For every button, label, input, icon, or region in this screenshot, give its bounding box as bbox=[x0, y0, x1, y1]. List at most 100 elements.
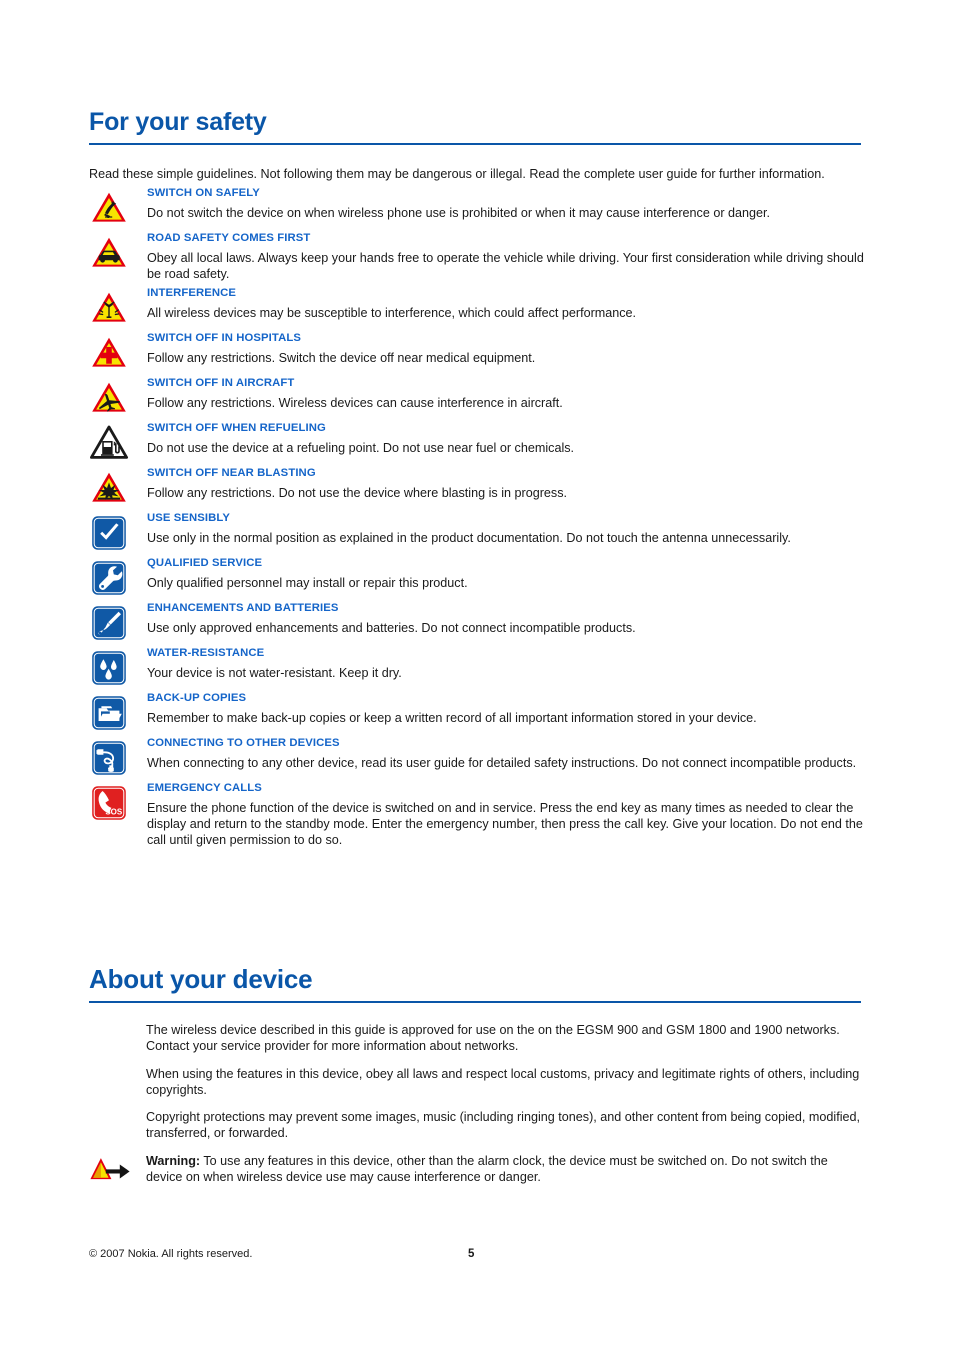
icon-slot bbox=[89, 511, 147, 553]
about-paragraph: Copyright protections may prevent some i… bbox=[146, 1110, 861, 1141]
blue-checkmark-icon bbox=[92, 515, 126, 550]
icon-slot bbox=[89, 286, 147, 328]
list-item-title: SWITCH OFF WHEN REFUELING bbox=[147, 421, 326, 434]
list-item-body: Your device is not water-resistant. Keep… bbox=[147, 665, 402, 680]
list-item-body: When connecting to any other device, rea… bbox=[147, 755, 857, 770]
list-item-body: Follow any restrictions. Switch the devi… bbox=[147, 350, 536, 365]
list-item-text: SWITCH OFF IN AIRCRAFT Follow any restri… bbox=[147, 376, 864, 411]
list-item: SWITCH OFF NEAR BLASTING Follow any rest… bbox=[89, 466, 864, 508]
list-item-text: SWITCH OFF IN HOSPITALS Follow any restr… bbox=[147, 331, 864, 366]
list-item-text: USE SENSIBLY Use only in the normal posi… bbox=[147, 511, 864, 546]
blue-water-drops-icon bbox=[92, 650, 126, 685]
safety-guidelines-list: SWITCH ON SAFELY Do not switch the devic… bbox=[89, 186, 864, 851]
warning-triangle-fuel-pump-icon bbox=[90, 425, 128, 459]
blue-folder-backup-icon bbox=[92, 695, 126, 730]
warning-arrow-icon bbox=[90, 1157, 130, 1179]
list-item: ENHANCEMENTS AND BATTERIES Use only appr… bbox=[89, 601, 864, 643]
list-item: SWITCH OFF IN AIRCRAFT Follow any restri… bbox=[89, 376, 864, 418]
list-item-text: ROAD SAFETY COMES FIRST Obey all local l… bbox=[147, 231, 864, 283]
document-page: For your safety Read these simple guidel… bbox=[0, 0, 954, 1350]
red-sos-phone-icon: SOS bbox=[92, 785, 126, 820]
heading-divider bbox=[89, 1001, 861, 1004]
page-title-about-your-device: About your device bbox=[89, 964, 313, 994]
list-item-title: EMERGENCY CALLS bbox=[147, 781, 262, 794]
list-item: SWITCH OFF WHEN REFUELING Do not use the… bbox=[89, 421, 864, 463]
list-item-body: Remember to make back-up copies or keep … bbox=[147, 710, 757, 725]
list-item-body: All wireless devices may be susceptible … bbox=[147, 305, 637, 320]
list-item-text: CONNECTING TO OTHER DEVICES When connect… bbox=[147, 736, 864, 771]
list-item-text: ENHANCEMENTS AND BATTERIES Use only appr… bbox=[147, 601, 864, 636]
list-item-title: ENHANCEMENTS AND BATTERIES bbox=[147, 601, 339, 614]
list-item: BACK-UP COPIES Remember to make back-up … bbox=[89, 691, 864, 733]
warning-text: Warning: To use any features in this dev… bbox=[146, 1153, 861, 1186]
svg-text:SOS: SOS bbox=[105, 807, 123, 816]
icon-slot bbox=[89, 421, 147, 463]
list-item: SWITCH OFF IN HOSPITALS Follow any restr… bbox=[89, 331, 864, 373]
page-title-for-your-safety: For your safety bbox=[89, 108, 267, 136]
icon-slot bbox=[89, 556, 147, 598]
list-item-body: Ensure the phone function of the device … bbox=[147, 800, 863, 848]
list-item-body: Obey all local laws. Always keep your ha… bbox=[147, 251, 864, 282]
list-item: SWITCH ON SAFELY Do not switch the devic… bbox=[89, 186, 864, 228]
list-item: CONNECTING TO OTHER DEVICES When connect… bbox=[89, 736, 864, 778]
blue-battery-probe-icon bbox=[92, 605, 126, 640]
list-item: WATER-RESISTANCE Your device is not wate… bbox=[89, 646, 864, 688]
list-item-body: Use only approved enhancements and batte… bbox=[147, 620, 636, 635]
footer-copyright: © 2007 Nokia. All rights reserved. bbox=[89, 1248, 253, 1260]
warning-triangle-switch-on-icon bbox=[92, 192, 126, 222]
about-device-content: The wireless device described in this gu… bbox=[90, 1022, 861, 1186]
list-item-body: Use only in the normal position as expla… bbox=[147, 530, 791, 545]
warning-body: To use any features in this device, othe… bbox=[146, 1153, 828, 1185]
list-item-text: SWITCH ON SAFELY Do not switch the devic… bbox=[147, 186, 864, 221]
list-item: ROAD SAFETY COMES FIRST Obey all local l… bbox=[89, 231, 864, 283]
about-paragraph: The wireless device described in this gu… bbox=[146, 1023, 840, 1054]
list-item-body: Do not switch the device on when wireles… bbox=[147, 206, 771, 220]
icon-slot bbox=[89, 466, 147, 508]
list-item-title: QUALIFIED SERVICE bbox=[147, 556, 263, 569]
warning-label: Warning: bbox=[146, 1153, 201, 1168]
list-item-title: SWITCH ON SAFELY bbox=[147, 187, 260, 199]
list-item-body: Follow any restrictions. Wireless device… bbox=[147, 395, 563, 410]
list-item-text: BACK-UP COPIES Remember to make back-up … bbox=[147, 691, 864, 726]
list-item-title: INTERFERENCE bbox=[147, 286, 237, 299]
intro-paragraph: Read these simple guidelines. Not follow… bbox=[89, 167, 825, 181]
icon-slot bbox=[89, 331, 147, 373]
icon-slot bbox=[89, 736, 147, 778]
footer-page-number: 5 bbox=[468, 1248, 475, 1260]
section-header-for-your-safety: For your safety bbox=[89, 108, 861, 146]
list-item-text: WATER-RESISTANCE Your device is not wate… bbox=[147, 646, 864, 681]
list-item-text: SWITCH OFF NEAR BLASTING Follow any rest… bbox=[147, 466, 864, 501]
section-header-about-your-device: About your device bbox=[89, 964, 861, 1004]
icon-slot bbox=[89, 691, 147, 733]
list-item-text: INTERFERENCE All wireless devices may be… bbox=[147, 286, 864, 321]
list-item-body: Follow any restrictions. Do not use the … bbox=[147, 485, 567, 500]
blue-connector-cable-icon bbox=[92, 740, 126, 775]
icon-slot bbox=[89, 601, 147, 643]
list-item: USE SENSIBLY Use only in the normal posi… bbox=[89, 511, 864, 553]
heading-divider bbox=[89, 143, 861, 146]
warning-triangle-aircraft-icon bbox=[92, 382, 126, 412]
list-item-body: Do not use the device at a refueling poi… bbox=[147, 440, 575, 455]
list-item-title: SWITCH OFF IN AIRCRAFT bbox=[147, 376, 295, 389]
list-item-body: Only qualified personnel may install or … bbox=[147, 575, 468, 590]
icon-slot bbox=[89, 186, 147, 228]
list-item-title: BACK-UP COPIES bbox=[147, 691, 247, 704]
list-item: INTERFERENCE All wireless devices may be… bbox=[89, 286, 864, 328]
warning-triangle-car-icon bbox=[92, 237, 126, 267]
icon-slot: SOS bbox=[89, 781, 147, 823]
icon-slot bbox=[89, 646, 147, 688]
list-item-text: QUALIFIED SERVICE Only qualified personn… bbox=[147, 556, 864, 591]
list-item-text: SWITCH OFF WHEN REFUELING Do not use the… bbox=[147, 421, 864, 456]
about-paragraph: When using the features in this device, … bbox=[146, 1066, 860, 1097]
warning-triangle-hospital-cross-icon bbox=[92, 337, 126, 367]
list-item-title: WATER-RESISTANCE bbox=[147, 646, 265, 659]
icon-slot bbox=[89, 1153, 146, 1182]
list-item-title: SWITCH OFF NEAR BLASTING bbox=[147, 466, 316, 479]
list-item-text: EMERGENCY CALLS Ensure the phone functio… bbox=[147, 781, 864, 849]
list-item-title: SWITCH OFF IN HOSPITALS bbox=[147, 331, 301, 344]
list-item-title: CONNECTING TO OTHER DEVICES bbox=[147, 736, 340, 749]
list-item-title: USE SENSIBLY bbox=[147, 511, 231, 524]
warning-triangle-blasting-icon bbox=[92, 472, 126, 502]
warning-triangle-interference-icon bbox=[92, 292, 126, 322]
icon-slot bbox=[89, 376, 147, 418]
